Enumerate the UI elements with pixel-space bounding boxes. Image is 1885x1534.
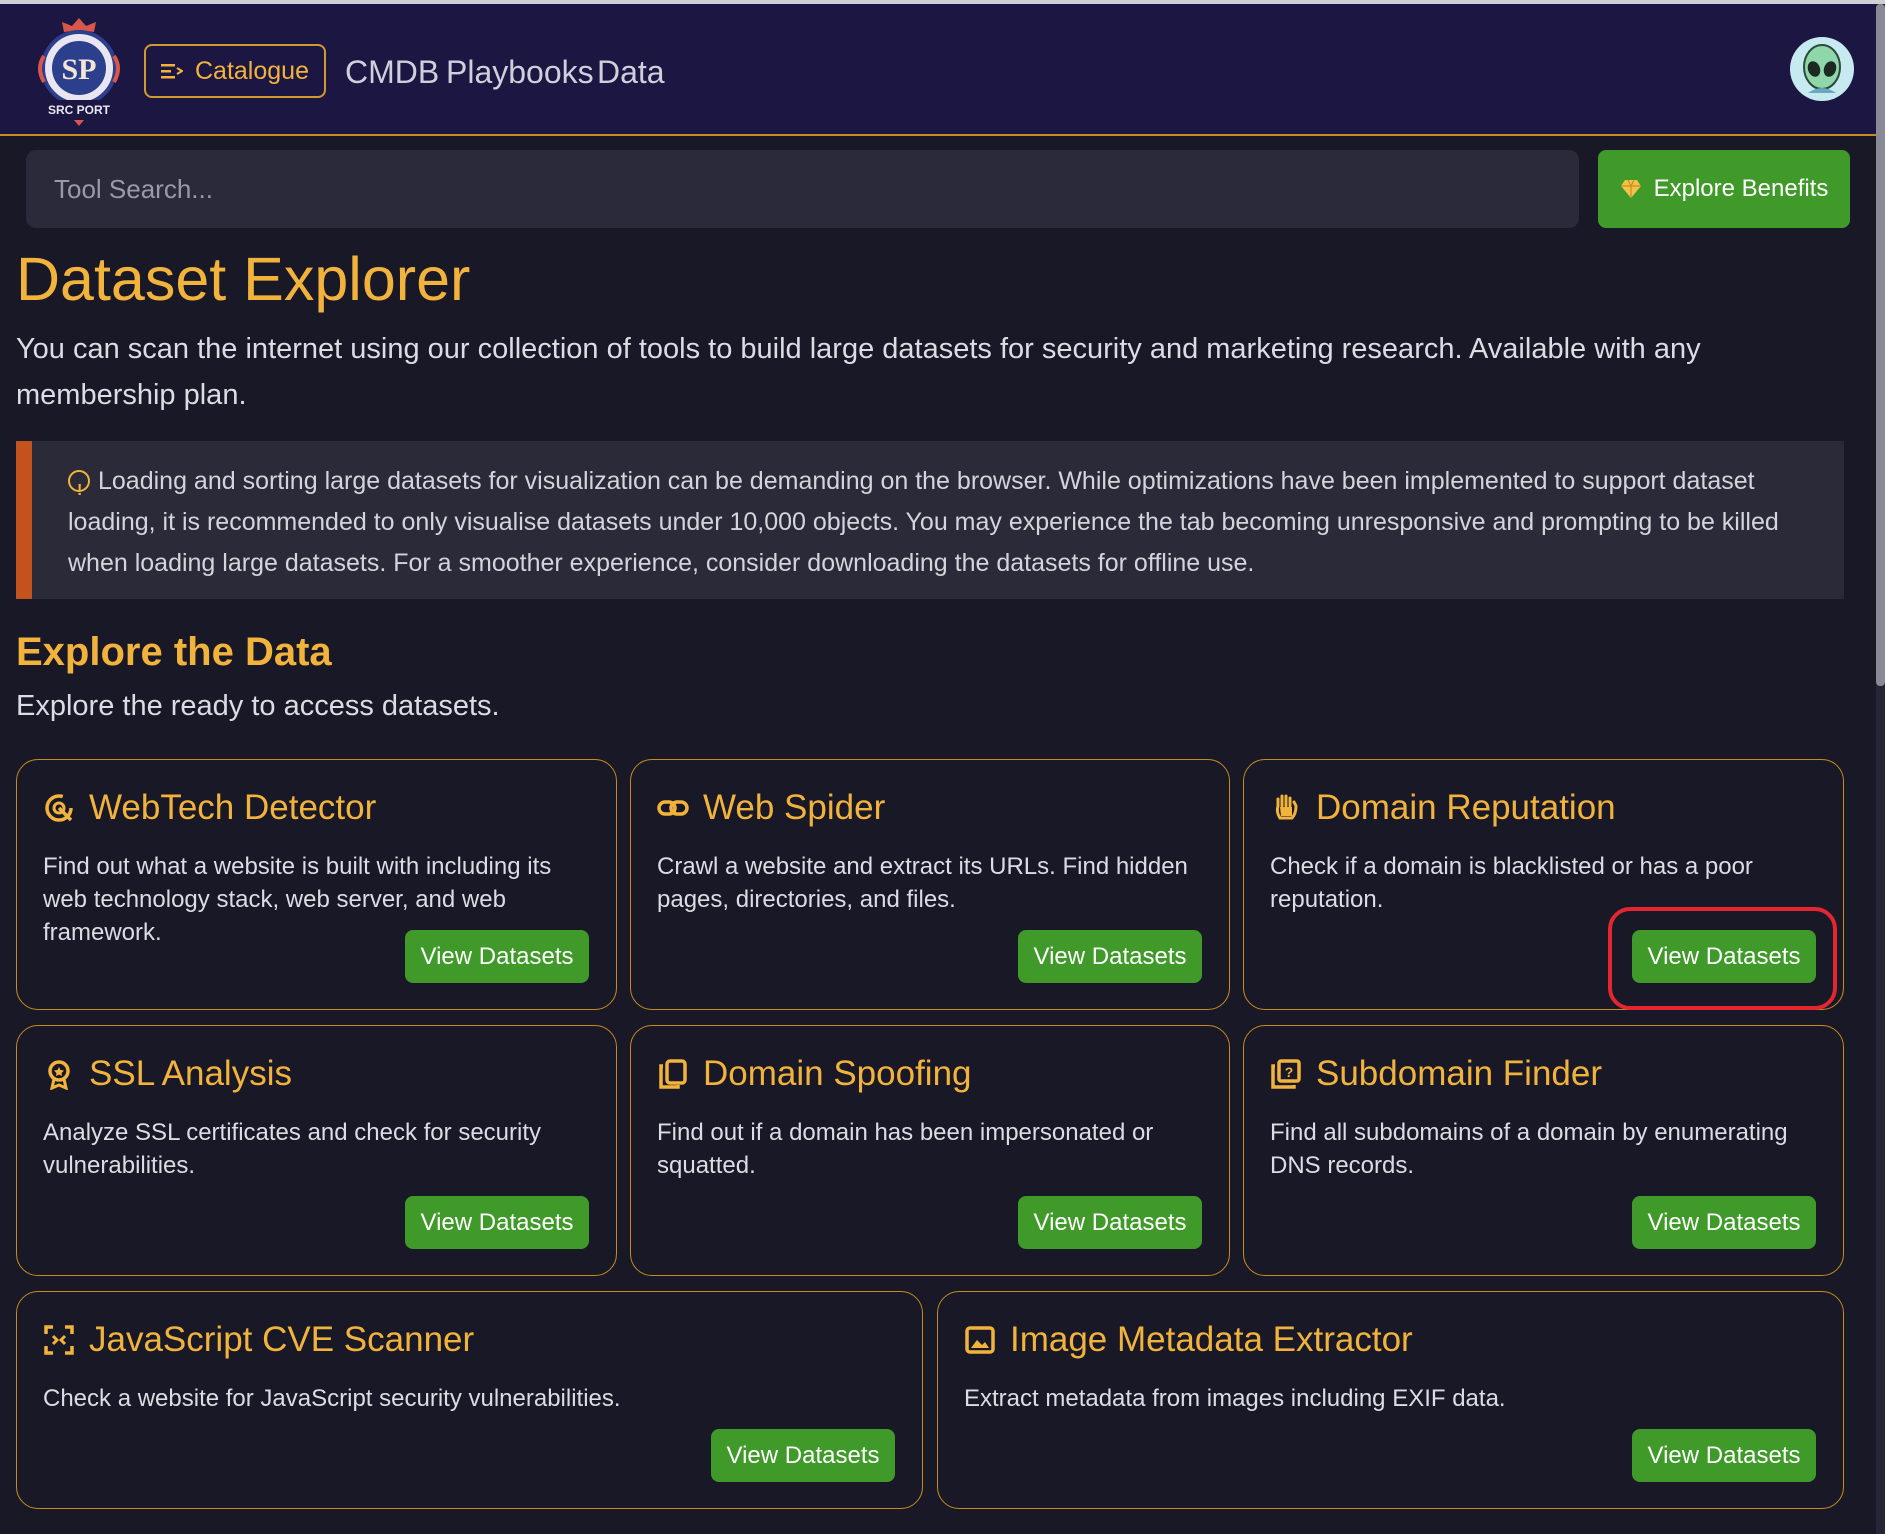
view-datasets-button[interactable]: View Datasets [405, 1196, 589, 1249]
scrollbar-thumb[interactable] [1876, 4, 1885, 686]
nav-link-data[interactable]: Data [597, 54, 665, 91]
card-title: Web Spider [703, 788, 886, 827]
question-box-icon: ? [1271, 1059, 1301, 1089]
card-title: WebTech Detector [89, 788, 377, 827]
explore-benefits-label: Explore Benefits [1653, 175, 1829, 202]
card-title: JavaScript CVE Scanner [89, 1320, 475, 1359]
card-ssl-analysis: SSL Analysis Analyze SSL certificates an… [16, 1025, 617, 1276]
card-image-metadata-extractor: Image Metadata Extractor Extract metadat… [937, 1291, 1844, 1509]
card-description: Check a website for JavaScript security … [43, 1385, 621, 1412]
card-description: Find out if a domain has been impersonat… [657, 1119, 1154, 1179]
view-datasets-button[interactable]: View Datasets [1018, 930, 1202, 983]
catalogue-button[interactable]: Catalogue [144, 44, 326, 98]
view-datasets-button[interactable]: View Datasets [405, 930, 589, 983]
tool-search-input[interactable] [26, 150, 1579, 228]
card-description: Analyze SSL certificates and check for s… [43, 1119, 541, 1179]
diamond-icon [1620, 179, 1641, 198]
nav-link-cmdb[interactable]: CMDB [345, 54, 439, 91]
card-javascript-cve-scanner: JavaScript CVE Scanner Check a website f… [16, 1291, 923, 1509]
link-icon [657, 800, 689, 816]
card-subdomain-finder: ? Subdomain Finder Find all subdomains o… [1243, 1025, 1844, 1276]
view-datasets-button[interactable]: View Datasets [1632, 1429, 1816, 1482]
radar-icon [45, 794, 73, 822]
card-webtech-detector: WebTech Detector Find out what a website… [16, 759, 617, 1010]
explore-benefits-button[interactable]: Explore Benefits [1598, 150, 1850, 228]
navbar: SP SRC PORT Catalogue CMDB Playbooks Dat… [0, 4, 1876, 136]
warning-alert: Loading and sorting large datasets for v… [16, 441, 1844, 599]
card-title: Domain Reputation [1316, 788, 1616, 827]
card-description: Find all subdomains of a domain by enume… [1270, 1119, 1788, 1179]
card-description: Extract metadata from images including E… [964, 1385, 1506, 1412]
section-subtitle: Explore the ready to access datasets. [16, 690, 500, 722]
page-title: Dataset Explorer [16, 245, 471, 313]
svg-text:SRC PORT: SRC PORT [48, 103, 111, 117]
user-avatar[interactable] [1790, 37, 1854, 101]
card-title: Domain Spoofing [703, 1054, 972, 1093]
card-domain-spoofing: Domain Spoofing Find out if a domain has… [630, 1025, 1230, 1276]
section-title: Explore the Data [16, 630, 332, 674]
warning-text: Loading and sorting large datasets for v… [68, 467, 1779, 577]
card-title: Subdomain Finder [1316, 1054, 1602, 1093]
view-datasets-button[interactable]: View Datasets [711, 1429, 895, 1482]
svg-text:SP: SP [61, 53, 96, 86]
copy-icon [659, 1059, 687, 1089]
card-title: Image Metadata Extractor [1010, 1320, 1413, 1359]
annotation-highlight-box [1608, 907, 1837, 1010]
nav-link-playbooks[interactable]: Playbooks [446, 54, 594, 91]
alert-circle-icon [68, 470, 90, 511]
card-description: Crawl a website and extract its URLs. Fi… [657, 853, 1188, 913]
catalogue-label: Catalogue [195, 56, 309, 85]
card-web-spider: Web Spider Crawl a website and extract i… [630, 759, 1230, 1010]
alien-icon [1803, 44, 1841, 93]
hand-icon [1275, 794, 1298, 820]
scan-icon [44, 1325, 74, 1355]
view-datasets-button[interactable]: View Datasets [1632, 1196, 1816, 1249]
card-title: SSL Analysis [89, 1054, 292, 1093]
image-icon [965, 1326, 995, 1354]
src-port-logo[interactable]: SP SRC PORT [34, 16, 124, 128]
award-icon [48, 1060, 70, 1090]
view-datasets-button[interactable]: View Datasets [1018, 1196, 1202, 1249]
svg-text:?: ? [1285, 1064, 1294, 1080]
page-intro: You can scan the internet using our coll… [16, 333, 1701, 411]
catalogue-menu-icon [161, 64, 183, 79]
